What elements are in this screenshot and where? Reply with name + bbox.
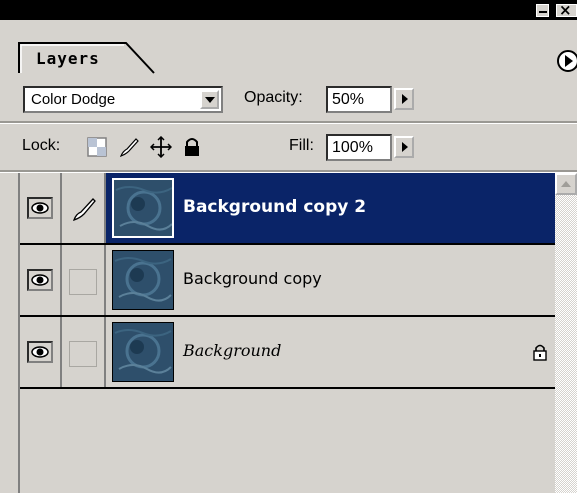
- layer-thumbnail[interactable]: [112, 250, 174, 310]
- visibility-cell[interactable]: [20, 317, 62, 387]
- eye-icon[interactable]: [27, 341, 53, 363]
- edit-cell[interactable]: [62, 173, 106, 243]
- eye-icon[interactable]: [27, 269, 53, 291]
- chevron-down-icon[interactable]: [200, 90, 219, 109]
- layer-thumbnail[interactable]: [112, 322, 174, 382]
- visibility-cell[interactable]: [20, 173, 62, 243]
- minimize-icon[interactable]: [536, 4, 549, 17]
- opacity-slider-arrow-icon[interactable]: [394, 88, 414, 110]
- lock-icon: [533, 344, 547, 361]
- lock-all-icon[interactable]: [181, 136, 203, 158]
- opacity-input[interactable]: 50%: [326, 86, 392, 113]
- scrollbar[interactable]: [555, 173, 577, 493]
- paintbrush-icon: [72, 198, 96, 222]
- opacity-label: Opacity:: [244, 89, 303, 106]
- layer-name: Background: [183, 341, 282, 360]
- lock-row: Lock: Fill: 100%: [0, 124, 577, 170]
- layer-row[interactable]: Background copy: [20, 245, 555, 317]
- eye-glyph: [31, 346, 49, 358]
- palette-titlebar[interactable]: [0, 0, 577, 20]
- link-box[interactable]: [69, 269, 97, 295]
- scroll-up-icon[interactable]: [555, 173, 577, 195]
- thumbnail-image: [114, 180, 172, 236]
- fill-slider-arrow-icon[interactable]: [394, 136, 414, 158]
- fill-value: 100%: [332, 139, 373, 156]
- edit-cell[interactable]: [62, 245, 106, 315]
- link-box[interactable]: [69, 341, 97, 367]
- fill-input[interactable]: 100%: [326, 134, 392, 161]
- edit-cell[interactable]: [62, 317, 106, 387]
- layer-thumbnail[interactable]: [112, 178, 174, 238]
- blend-mode-row: Color Dodge Opacity: 50%: [0, 72, 577, 122]
- layer-name: Background copy 2: [183, 197, 367, 217]
- eye-glyph: [31, 202, 49, 214]
- visibility-cell[interactable]: [20, 245, 62, 315]
- fill-label: Fill:: [289, 137, 314, 154]
- right-arrow-circle-icon[interactable]: [557, 50, 577, 72]
- layer-name: Background copy: [183, 269, 322, 288]
- layers-list: Background copy 2 Background copy Backgr…: [18, 173, 555, 493]
- layer-row[interactable]: Background copy 2: [20, 173, 555, 245]
- eye-glyph: [31, 274, 49, 286]
- opacity-value: 50%: [332, 91, 365, 108]
- layers-panel: Layers Color Dodge Opacity: 50% Lock:: [0, 0, 577, 493]
- lock-image-pixels-icon[interactable]: [118, 136, 140, 158]
- blend-mode-select[interactable]: Color Dodge: [23, 86, 223, 113]
- eye-icon[interactable]: [27, 197, 53, 219]
- lock-position-icon[interactable]: [150, 136, 172, 158]
- blend-mode-value: Color Dodge: [31, 91, 116, 108]
- lock-transparent-pixels-icon[interactable]: [86, 136, 108, 158]
- lock-label: Lock:: [22, 137, 61, 154]
- layer-row[interactable]: Background: [20, 317, 555, 389]
- tab-layers-label: Layers: [36, 49, 100, 68]
- tab-layers[interactable]: Layers: [18, 42, 158, 74]
- thumbnail-image: [113, 323, 173, 381]
- tab-strip: Layers: [0, 20, 577, 74]
- close-icon[interactable]: [556, 1, 577, 19]
- thumbnail-image: [113, 251, 173, 309]
